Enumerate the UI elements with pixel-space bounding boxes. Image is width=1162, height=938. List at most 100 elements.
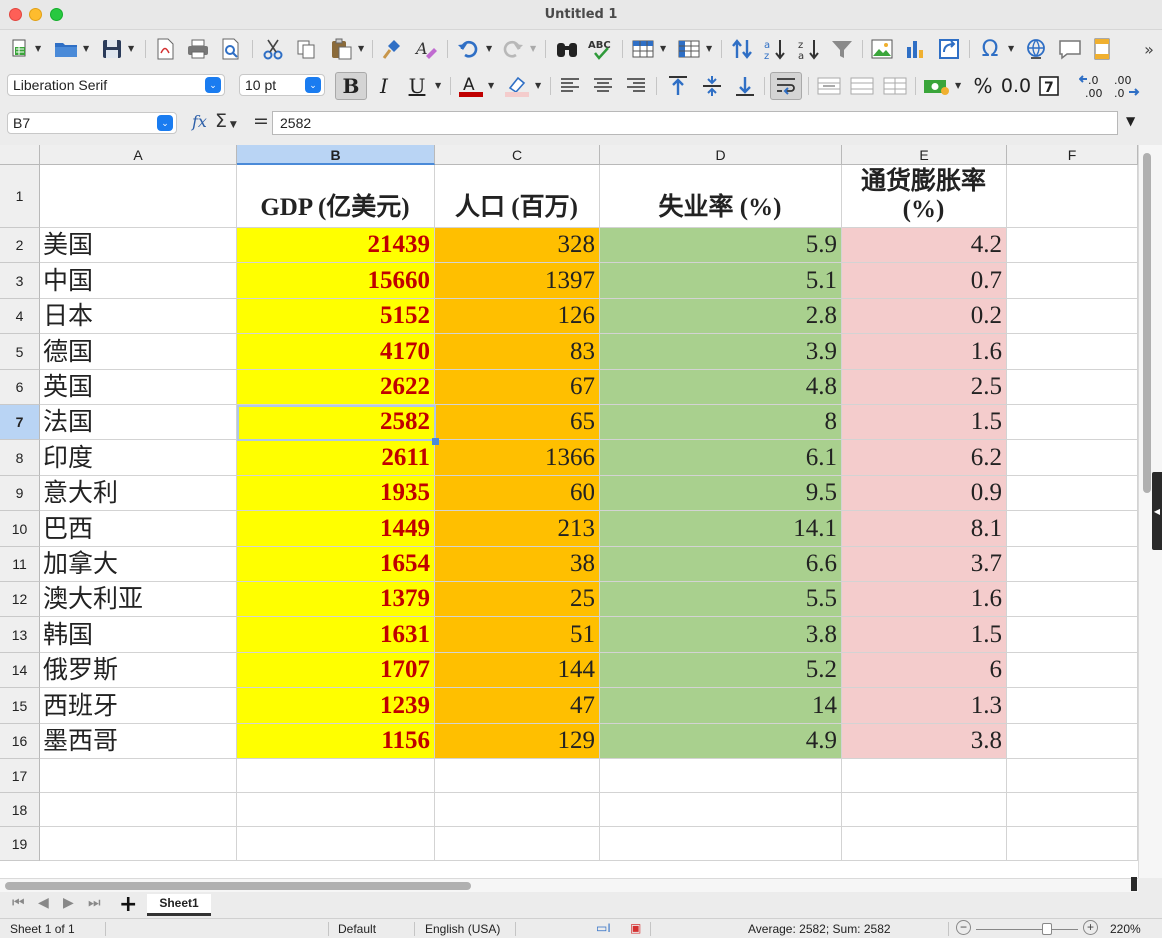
cell-country[interactable]: 意大利	[40, 476, 237, 511]
cell-empty[interactable]	[1007, 334, 1138, 370]
bold-button[interactable]: B	[335, 72, 367, 100]
cell-gdp[interactable]: 1654	[237, 547, 435, 582]
row-header-8[interactable]: 8	[0, 440, 40, 476]
undo-icon[interactable]	[454, 35, 482, 63]
column-header-d[interactable]: D	[600, 145, 842, 165]
cell-population[interactable]: 213	[435, 511, 600, 547]
sort-icon[interactable]	[728, 35, 756, 63]
cell-empty[interactable]	[1007, 653, 1138, 688]
row-header-15[interactable]: 15	[0, 688, 40, 724]
cell-empty[interactable]	[1007, 263, 1138, 299]
cell-population[interactable]: 83	[435, 334, 600, 370]
cell-gdp[interactable]: 2582	[237, 405, 435, 440]
cell-unemployment[interactable]: 4.9	[600, 724, 842, 759]
cell-empty[interactable]	[842, 793, 1007, 827]
column-header-e[interactable]: E	[842, 145, 1007, 165]
cell-inflation[interactable]: 8.1	[842, 511, 1007, 547]
horizontal-scroll-splitter[interactable]	[1131, 877, 1137, 891]
chevron-down-icon[interactable]: ▼	[660, 44, 666, 53]
cell-population[interactable]: 25	[435, 582, 600, 617]
cell-country[interactable]: 巴西	[40, 511, 237, 547]
add-sheet-button[interactable]: +	[119, 892, 137, 917]
cell-country[interactable]: 澳大利亚	[40, 582, 237, 617]
insert-chart-icon[interactable]	[901, 35, 929, 63]
last-sheet-icon[interactable]: ⏭	[88, 895, 101, 911]
row-header-14[interactable]: 14	[0, 653, 40, 688]
chevron-down-icon[interactable]: ▼	[706, 44, 712, 53]
insert-image-icon[interactable]	[868, 35, 896, 63]
cell-empty[interactable]	[1007, 724, 1138, 759]
header-unemployment[interactable]: 失业率 (%)	[600, 165, 842, 228]
cell-unemployment[interactable]: 6.1	[600, 440, 842, 476]
chevron-down-icon[interactable]: ▼	[83, 44, 89, 53]
delete-decimal-icon[interactable]: .00.0	[1111, 72, 1141, 100]
cell-population[interactable]: 38	[435, 547, 600, 582]
zoom-slider[interactable]	[976, 929, 1078, 930]
cell-inflation[interactable]: 3.7	[842, 547, 1007, 582]
font-color-icon[interactable]: A	[456, 72, 486, 100]
paste-icon[interactable]	[326, 35, 356, 63]
cell-gdp[interactable]: 5152	[237, 299, 435, 334]
sum-button[interactable]: Σ ▼	[215, 110, 237, 132]
chevron-down-icon[interactable]: ▼	[128, 44, 134, 53]
align-bottom-icon[interactable]	[731, 72, 759, 100]
sheet-grid[interactable]: ABCDEF 1 2 3 4 5 6 7 8 9 10 11 12 13 14 15 16 17 18 19 GDP…	[0, 145, 1138, 878]
cell-unemployment[interactable]: 3.8	[600, 617, 842, 653]
cell-unemployment[interactable]: 5.1	[600, 263, 842, 299]
cell-population[interactable]: 65	[435, 405, 600, 440]
page-style-text[interactable]: Default	[338, 922, 376, 936]
insert-row-icon[interactable]	[629, 35, 657, 63]
italic-button[interactable]: I	[371, 72, 397, 100]
fill-handle[interactable]	[432, 438, 439, 445]
insert-column-icon[interactable]	[675, 35, 703, 63]
next-sheet-icon[interactable]: ▶	[63, 895, 74, 911]
cell-empty[interactable]	[600, 827, 842, 861]
cell-inflation[interactable]: 3.8	[842, 724, 1007, 759]
cell-a1[interactable]	[40, 165, 237, 228]
row-header-13[interactable]: 13	[0, 617, 40, 653]
column-header-a[interactable]: A	[40, 145, 237, 165]
cell-population[interactable]: 51	[435, 617, 600, 653]
special-character-icon[interactable]: Ω	[975, 35, 1005, 63]
cell-country[interactable]: 印度	[40, 440, 237, 476]
copy-icon[interactable]	[292, 35, 320, 63]
cell-inflation[interactable]: 1.6	[842, 582, 1007, 617]
redo-icon[interactable]	[500, 35, 526, 63]
cell-unemployment[interactable]: 6.6	[600, 547, 842, 582]
cell-population[interactable]: 129	[435, 724, 600, 759]
row-header-1[interactable]: 1	[0, 165, 40, 228]
cell-unemployment[interactable]: 14	[600, 688, 842, 724]
cell-empty[interactable]	[40, 793, 237, 827]
cell-unemployment[interactable]: 2.8	[600, 299, 842, 334]
cell-inflation[interactable]: 2.5	[842, 370, 1007, 405]
previous-sheet-icon[interactable]: ◀	[38, 895, 49, 911]
chevron-down-icon[interactable]: ▼	[1008, 44, 1014, 53]
highlight-color-icon[interactable]	[502, 72, 532, 100]
cell-empty[interactable]	[1007, 370, 1138, 405]
align-center-icon[interactable]	[590, 72, 616, 100]
header-footer-icon[interactable]	[1089, 35, 1115, 63]
find-replace-icon[interactable]	[553, 35, 581, 63]
cell-empty[interactable]	[40, 827, 237, 861]
row-header-4[interactable]: 4	[0, 299, 40, 334]
autofilter-icon[interactable]	[828, 35, 856, 63]
row-header-10[interactable]: 10	[0, 511, 40, 547]
zoom-level-text[interactable]: 220%	[1110, 922, 1141, 936]
language-text[interactable]: English (USA)	[425, 922, 500, 936]
zoom-in-icon[interactable]: +	[1083, 920, 1098, 935]
cell-empty[interactable]	[1007, 228, 1138, 263]
function-wizard-button[interactable]: fx	[192, 112, 207, 131]
vertical-scroll-thumb[interactable]	[1143, 153, 1151, 493]
wrap-text-icon[interactable]	[770, 72, 802, 100]
row-header-9[interactable]: 9	[0, 476, 40, 511]
cell-empty[interactable]	[842, 759, 1007, 793]
cell-empty[interactable]	[1007, 793, 1138, 827]
merge-center-icon[interactable]	[815, 72, 843, 100]
formula-button[interactable]: =	[253, 110, 269, 132]
pivot-table-icon[interactable]	[935, 35, 963, 63]
chevron-down-icon[interactable]: ⌄	[205, 77, 221, 93]
cell-country[interactable]: 加拿大	[40, 547, 237, 582]
cell-empty[interactable]	[237, 827, 435, 861]
cell-empty[interactable]	[1007, 582, 1138, 617]
sidebar-toggle-icon[interactable]: ◀	[1152, 472, 1162, 550]
